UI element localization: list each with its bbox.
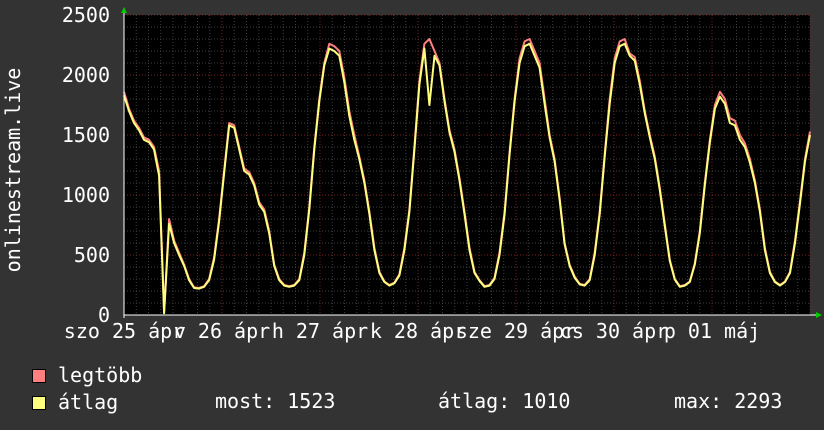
legend-label-max: legtöbb — [58, 363, 143, 387]
legend: legtöbb átlag — [32, 362, 142, 416]
y-axis-label: onlinestream.live — [1, 68, 25, 273]
y-tick-label: 500 — [74, 243, 110, 267]
legend-swatch-avg — [32, 395, 46, 410]
y-axis-arrow — [121, 7, 127, 13]
x-axis-arrow — [816, 312, 822, 318]
x-tick-label: sze 29 ápr — [456, 319, 576, 343]
x-tick-label: szo 25 ápr — [64, 319, 184, 343]
chart-panel: 0 500 1000 1500 2000 2500 szo 25 ápr v 26 ápr h… — [0, 0, 824, 430]
x-tick-label: p 01 máj — [664, 319, 760, 343]
x-tick-label: h 27 ápr — [272, 319, 368, 343]
stat-avg: átlag: 1010 — [438, 389, 571, 413]
x-tick-label: v 26 ápr — [174, 319, 270, 343]
stat-now: most: 1523 — [215, 389, 336, 413]
legend-item-max: legtöbb — [32, 362, 142, 389]
y-tick-label: 2000 — [62, 63, 110, 87]
x-tick-label: k 28 ápr — [370, 319, 466, 343]
y-tick-label: 2500 — [62, 3, 110, 27]
legend-label-avg: átlag — [58, 390, 119, 414]
stat-max: max: 2293 — [674, 389, 783, 413]
y-tick-label: 1000 — [62, 183, 110, 207]
x-tick-label: cs 30 ápr — [560, 319, 668, 343]
legend-swatch-max — [32, 368, 46, 383]
legend-item-avg: átlag — [32, 389, 142, 416]
x-tick-labels: szo 25 áprv 26 ápr h 27 ápr k 28 áprsze 29… — [64, 319, 760, 343]
y-tick-label: 1500 — [62, 123, 110, 147]
y-tick-labels: 05001000150020002500 — [62, 3, 110, 327]
